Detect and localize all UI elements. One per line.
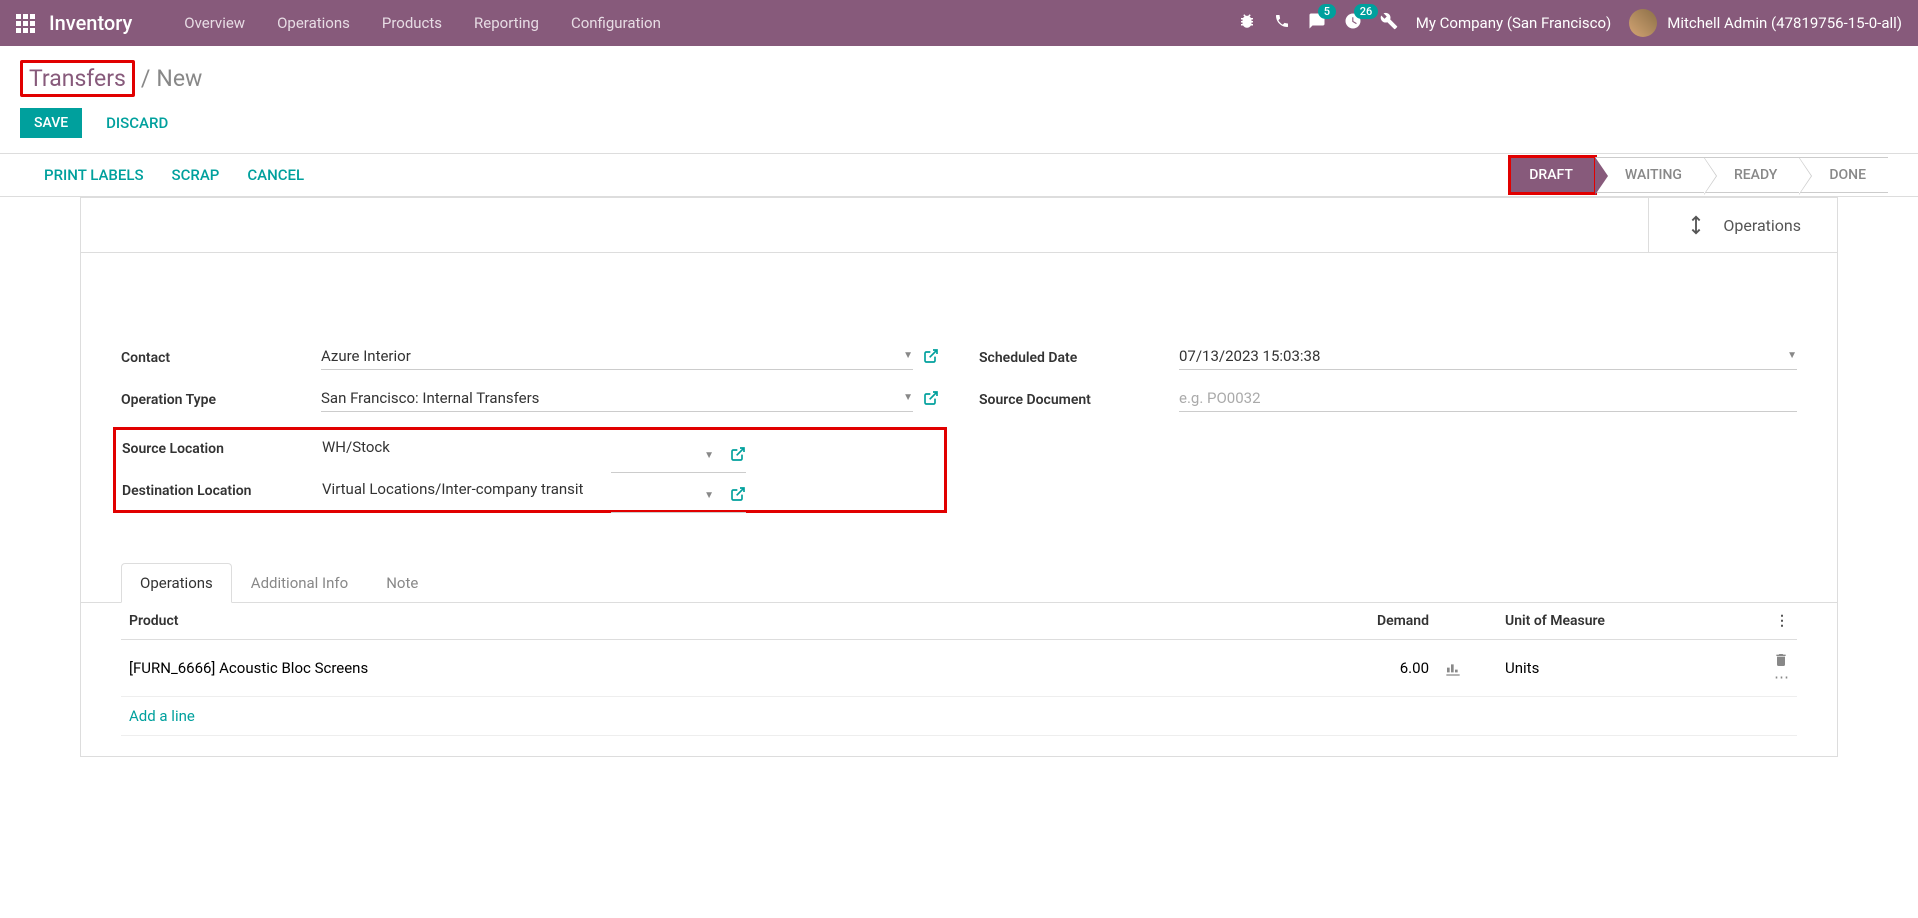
source-location-label: Source Location bbox=[122, 441, 322, 457]
nav-operations[interactable]: Operations bbox=[261, 14, 366, 32]
breadcrumb-sep: / bbox=[141, 65, 151, 92]
breadcrumb-transfers[interactable]: Transfers bbox=[29, 65, 126, 92]
status-done[interactable]: DONE bbox=[1799, 157, 1888, 193]
activities-icon[interactable]: 26 bbox=[1344, 12, 1362, 34]
product-table: Product Demand Unit of Measure ⋮ [FURN_6… bbox=[81, 603, 1837, 756]
operation-type-label: Operation Type bbox=[121, 392, 321, 408]
stat-operations[interactable]: Operations bbox=[1648, 198, 1837, 252]
chevron-down-icon[interactable]: ▼ bbox=[903, 350, 913, 361]
action-bar: SAVE DISCARD bbox=[0, 101, 1918, 153]
external-link-icon[interactable] bbox=[730, 486, 746, 506]
cell-uom[interactable]: Units bbox=[1497, 640, 1757, 697]
status-ready[interactable]: READY bbox=[1704, 157, 1799, 193]
print-labels-button[interactable]: PRINT LABELS bbox=[30, 154, 158, 196]
source-doc-field[interactable] bbox=[1179, 389, 1797, 407]
tab-note[interactable]: Note bbox=[367, 563, 437, 603]
chevron-down-icon[interactable]: ▼ bbox=[903, 392, 913, 403]
avatar bbox=[1629, 9, 1657, 37]
col-uom: Unit of Measure bbox=[1497, 603, 1757, 640]
tab-additional-info[interactable]: Additional Info bbox=[232, 563, 367, 603]
forecast-icon[interactable] bbox=[1445, 659, 1461, 677]
tools-icon[interactable] bbox=[1380, 12, 1398, 34]
breadcrumb: Transfers / New bbox=[0, 46, 1918, 101]
cell-demand[interactable]: 6.00 bbox=[1297, 640, 1437, 697]
toolbar: PRINT LABELS SCRAP CANCEL DRAFT WAITING … bbox=[0, 153, 1918, 197]
source-doc-label: Source Document bbox=[979, 392, 1179, 408]
table-menu-icon[interactable]: ⋮ bbox=[1757, 603, 1797, 640]
contact-label: Contact bbox=[121, 350, 321, 366]
tabs: Operations Additional Info Note bbox=[81, 563, 1837, 603]
chevron-down-icon[interactable]: ▼ bbox=[704, 490, 714, 501]
apps-icon[interactable] bbox=[16, 14, 35, 33]
breadcrumb-current: New bbox=[156, 65, 202, 92]
nav-reporting[interactable]: Reporting bbox=[458, 14, 555, 32]
nav-products[interactable]: Products bbox=[366, 14, 458, 32]
status-waiting[interactable]: WAITING bbox=[1595, 157, 1704, 193]
save-button[interactable]: SAVE bbox=[20, 108, 82, 138]
updown-icon bbox=[1685, 214, 1707, 236]
status-steps: DRAFT WAITING READY DONE bbox=[1510, 157, 1888, 193]
phone-icon[interactable] bbox=[1274, 13, 1290, 33]
form-sheet: Operations Contact Azure Interior ▼ Oper… bbox=[80, 197, 1838, 757]
scheduled-date-field[interactable]: 07/13/2023 15:03:38 bbox=[1179, 347, 1777, 365]
nav-configuration[interactable]: Configuration bbox=[555, 14, 677, 32]
external-link-icon[interactable] bbox=[923, 348, 939, 368]
top-nav: Inventory Overview Operations Products R… bbox=[0, 0, 1918, 46]
nav-overview[interactable]: Overview bbox=[168, 14, 261, 32]
activities-badge: 26 bbox=[1354, 4, 1379, 19]
status-draft[interactable]: DRAFT bbox=[1510, 157, 1595, 193]
more-icon[interactable]: ⋯ bbox=[1774, 668, 1789, 686]
cell-product[interactable]: [FURN_6666] Acoustic Bloc Screens bbox=[121, 640, 1297, 697]
user-menu[interactable]: Mitchell Admin (47819756-15-0-all) bbox=[1629, 9, 1902, 37]
bug-icon[interactable] bbox=[1238, 12, 1256, 34]
delete-icon[interactable] bbox=[1773, 650, 1789, 668]
tab-operations[interactable]: Operations bbox=[121, 563, 232, 603]
discard-button[interactable]: DISCARD bbox=[102, 107, 172, 139]
messages-badge: 5 bbox=[1318, 4, 1336, 19]
company-selector[interactable]: My Company (San Francisco) bbox=[1416, 14, 1611, 32]
scrap-button[interactable]: SCRAP bbox=[158, 154, 234, 196]
external-link-icon[interactable] bbox=[923, 390, 939, 410]
cancel-button[interactable]: CANCEL bbox=[233, 154, 318, 196]
brand-label[interactable]: Inventory bbox=[49, 11, 132, 35]
operation-type-field[interactable]: San Francisco: Internal Transfers bbox=[321, 389, 893, 407]
scheduled-date-label: Scheduled Date bbox=[979, 350, 1179, 366]
contact-field[interactable]: Azure Interior bbox=[321, 347, 893, 365]
messages-icon[interactable]: 5 bbox=[1308, 12, 1326, 34]
chevron-down-icon[interactable]: ▼ bbox=[704, 450, 714, 461]
col-demand: Demand bbox=[1297, 603, 1437, 640]
stat-operations-label: Operations bbox=[1723, 216, 1801, 235]
add-line-button[interactable]: Add a line bbox=[121, 697, 1797, 736]
col-product: Product bbox=[121, 603, 1297, 640]
nav-right-icons: 5 26 bbox=[1238, 12, 1398, 34]
external-link-icon[interactable] bbox=[730, 446, 746, 466]
user-name: Mitchell Admin (47819756-15-0-all) bbox=[1667, 14, 1902, 32]
table-row[interactable]: [FURN_6666] Acoustic Bloc Screens 6.00 U… bbox=[121, 640, 1797, 697]
dest-location-label: Destination Location bbox=[122, 483, 322, 499]
chevron-down-icon[interactable]: ▼ bbox=[1787, 350, 1797, 361]
